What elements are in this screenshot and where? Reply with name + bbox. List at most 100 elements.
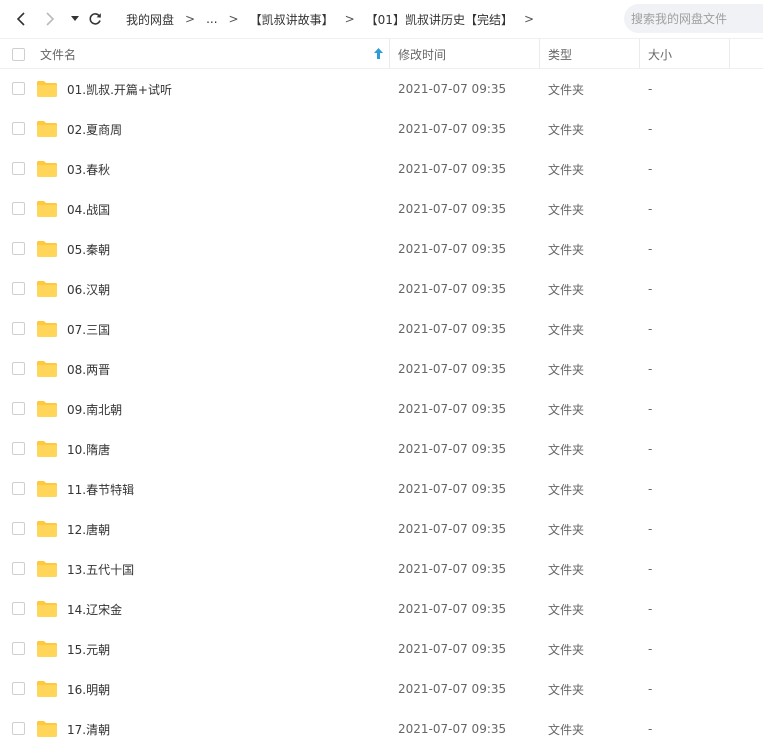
- breadcrumb-item[interactable]: 我的网盘: [126, 11, 174, 28]
- folder-icon: [37, 721, 57, 737]
- forward-button[interactable]: [40, 9, 60, 29]
- row-checkbox[interactable]: [12, 82, 25, 95]
- row-checkbox[interactable]: [12, 722, 25, 735]
- row-checkbox[interactable]: [12, 362, 25, 375]
- modified-time: 2021-07-07 09:35: [398, 562, 507, 576]
- file-name[interactable]: 11.春节特辑: [67, 469, 134, 509]
- file-type: 文件夹: [548, 402, 585, 417]
- breadcrumb: 我的网盘 >... > 【凯叔讲故事】 > 【01】凯叔讲历史【完结】 >: [126, 0, 545, 38]
- file-name[interactable]: 14.辽宋金: [67, 589, 122, 629]
- folder-icon: [37, 641, 57, 657]
- column-header-name-label: 文件名: [40, 47, 77, 62]
- column-header-name[interactable]: 文件名: [40, 39, 76, 69]
- table-row[interactable]: 16.明朝 2021-07-07 09:35 文件夹 -: [0, 669, 763, 709]
- breadcrumb-separator: >: [344, 12, 355, 26]
- file-size: -: [648, 442, 653, 456]
- file-name[interactable]: 07.三国: [67, 309, 110, 349]
- history-dropdown-button[interactable]: [65, 9, 85, 29]
- column-divider[interactable]: [389, 39, 390, 69]
- file-name[interactable]: 09.南北朝: [67, 389, 122, 429]
- row-checkbox[interactable]: [12, 242, 25, 255]
- table-row[interactable]: 10.隋唐 2021-07-07 09:35 文件夹 -: [0, 429, 763, 469]
- table-row[interactable]: 07.三国 2021-07-07 09:35 文件夹 -: [0, 309, 763, 349]
- file-name[interactable]: 02.夏商周: [67, 109, 122, 149]
- row-checkbox[interactable]: [12, 202, 25, 215]
- file-type: 文件夹: [548, 522, 585, 537]
- row-checkbox[interactable]: [12, 642, 25, 655]
- modified-time: 2021-07-07 09:35: [398, 602, 507, 616]
- file-name[interactable]: 12.唐朝: [67, 509, 110, 549]
- file-size: -: [648, 162, 653, 176]
- table-row[interactable]: 04.战国 2021-07-07 09:35 文件夹 -: [0, 189, 763, 229]
- table-row[interactable]: 13.五代十国 2021-07-07 09:35 文件夹 -: [0, 549, 763, 589]
- file-name[interactable]: 13.五代十国: [67, 549, 134, 589]
- table-row[interactable]: 06.汉朝 2021-07-07 09:35 文件夹 -: [0, 269, 763, 309]
- search-box[interactable]: [624, 4, 763, 33]
- table-row[interactable]: 12.唐朝 2021-07-07 09:35 文件夹 -: [0, 509, 763, 549]
- back-button[interactable]: [11, 9, 31, 29]
- folder-icon: [37, 441, 57, 457]
- file-type: 文件夹: [548, 162, 585, 177]
- table-row[interactable]: 15.元朝 2021-07-07 09:35 文件夹 -: [0, 629, 763, 669]
- file-name[interactable]: 17.清朝: [67, 709, 110, 745]
- column-divider[interactable]: [539, 39, 540, 69]
- row-checkbox[interactable]: [12, 522, 25, 535]
- file-name[interactable]: 03.春秋: [67, 149, 110, 189]
- row-checkbox[interactable]: [12, 402, 25, 415]
- column-header-modified[interactable]: 修改时间: [398, 39, 446, 69]
- table-row[interactable]: 11.春节特辑 2021-07-07 09:35 文件夹 -: [0, 469, 763, 509]
- file-name[interactable]: 04.战国: [67, 189, 110, 229]
- file-size: -: [648, 202, 653, 216]
- sort-up-icon[interactable]: [374, 48, 383, 62]
- row-checkbox[interactable]: [12, 122, 25, 135]
- breadcrumb-separator: >: [228, 12, 239, 26]
- table-row[interactable]: 01.凯叔.开篇+试听 2021-07-07 09:35 文件夹 -: [0, 69, 763, 109]
- refresh-icon: [89, 13, 101, 25]
- folder-icon: [37, 281, 57, 297]
- file-size: -: [648, 602, 653, 616]
- file-type: 文件夹: [548, 202, 585, 217]
- column-header-type[interactable]: 类型: [548, 39, 572, 69]
- modified-time: 2021-07-07 09:35: [398, 322, 507, 336]
- file-size: -: [648, 282, 653, 296]
- modified-time: 2021-07-07 09:35: [398, 82, 507, 96]
- row-checkbox[interactable]: [12, 162, 25, 175]
- file-name[interactable]: 01.凯叔.开篇+试听: [67, 69, 172, 109]
- row-checkbox[interactable]: [12, 442, 25, 455]
- breadcrumb-item[interactable]: ...: [206, 12, 217, 26]
- row-checkbox[interactable]: [12, 562, 25, 575]
- file-name[interactable]: 06.汉朝: [67, 269, 110, 309]
- table-row[interactable]: 03.春秋 2021-07-07 09:35 文件夹 -: [0, 149, 763, 189]
- table-row[interactable]: 09.南北朝 2021-07-07 09:35 文件夹 -: [0, 389, 763, 429]
- search-input[interactable]: [631, 11, 761, 26]
- file-type: 文件夹: [548, 562, 585, 577]
- select-all-checkbox[interactable]: [12, 48, 25, 61]
- file-type: 文件夹: [548, 482, 585, 497]
- file-name[interactable]: 15.元朝: [67, 629, 110, 669]
- refresh-button[interactable]: [85, 9, 105, 29]
- breadcrumb-item[interactable]: 【01】凯叔讲历史【完结】: [366, 11, 513, 28]
- column-divider[interactable]: [729, 39, 730, 69]
- row-checkbox[interactable]: [12, 282, 25, 295]
- file-name[interactable]: 10.隋唐: [67, 429, 110, 469]
- column-header-size[interactable]: 大小: [648, 39, 672, 69]
- breadcrumb-item[interactable]: 【凯叔讲故事】: [250, 11, 334, 28]
- file-name[interactable]: 08.两晋: [67, 349, 110, 389]
- file-type: 文件夹: [548, 82, 585, 97]
- table-row[interactable]: 05.秦朝 2021-07-07 09:35 文件夹 -: [0, 229, 763, 269]
- column-divider[interactable]: [639, 39, 640, 69]
- row-checkbox[interactable]: [12, 482, 25, 495]
- file-size: -: [648, 82, 653, 96]
- file-name[interactable]: 16.明朝: [67, 669, 110, 709]
- row-checkbox[interactable]: [12, 322, 25, 335]
- file-name[interactable]: 05.秦朝: [67, 229, 110, 269]
- table-row[interactable]: 17.清朝 2021-07-07 09:35 文件夹 -: [0, 709, 763, 745]
- table-row[interactable]: 08.两晋 2021-07-07 09:35 文件夹 -: [0, 349, 763, 389]
- file-size: -: [648, 642, 653, 656]
- file-size: -: [648, 482, 653, 496]
- file-size: -: [648, 242, 653, 256]
- row-checkbox[interactable]: [12, 682, 25, 695]
- row-checkbox[interactable]: [12, 602, 25, 615]
- table-row[interactable]: 14.辽宋金 2021-07-07 09:35 文件夹 -: [0, 589, 763, 629]
- table-row[interactable]: 02.夏商周 2021-07-07 09:35 文件夹 -: [0, 109, 763, 149]
